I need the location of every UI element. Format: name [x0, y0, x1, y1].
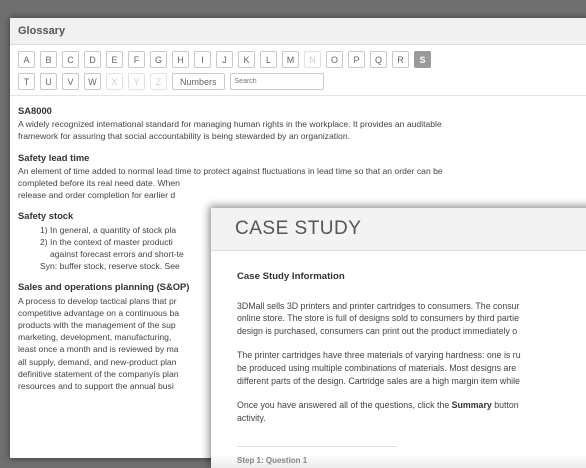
- definition-line: A widely recognized international standa…: [18, 119, 442, 130]
- case-line: be produced using multiple combinations …: [237, 362, 517, 373]
- case-paragraph-1: 3DMall sells 3D printers and printer car…: [237, 300, 585, 338]
- case-paragraph-2: The printer cartridges have three materi…: [237, 349, 585, 387]
- case-line: different parts of the design. Cartridge…: [237, 375, 520, 386]
- letter-row-1: A B C D E F G H I J K L M N O P Q R S: [18, 51, 582, 68]
- letter-x-button: X: [106, 73, 123, 90]
- letter-index: A B C D E F G H I J K L M N O P Q R S T …: [10, 45, 586, 90]
- case-line: design is purchased, consumers can print…: [237, 325, 518, 336]
- numbers-button[interactable]: Numbers: [172, 73, 225, 90]
- definition-line: An element of time added to normal lead …: [18, 165, 443, 176]
- letter-y-button: Y: [128, 73, 145, 90]
- letter-z-button: Z: [150, 73, 167, 90]
- case-study-header: CASE STUDY: [211, 208, 586, 251]
- case-line: online store. The store is full of desig…: [237, 313, 519, 324]
- letter-row-2: T U V W X Y Z Numbers: [18, 73, 582, 90]
- letter-v-button[interactable]: V: [62, 73, 79, 90]
- term-sa8000: SA8000: [18, 105, 52, 116]
- letter-b-button[interactable]: B: [40, 51, 57, 68]
- case-line: Once you have answered all of the questi…: [237, 400, 452, 411]
- definition-line: completed before its real need date. Whe…: [18, 178, 180, 189]
- glossary-header: Glossary: [10, 18, 586, 45]
- case-line: 3DMall sells 3D printers and printer car…: [237, 300, 520, 311]
- letter-e-button[interactable]: E: [106, 51, 123, 68]
- letter-w-button[interactable]: W: [84, 73, 101, 90]
- letter-p-button[interactable]: P: [348, 51, 365, 68]
- letter-h-button[interactable]: H: [172, 51, 189, 68]
- divider: [10, 95, 586, 96]
- case-paragraph-3: Once you have answered all of the questi…: [237, 399, 585, 424]
- summary-keyword: Summary: [451, 400, 492, 411]
- definition-line: framework for assuring that social accou…: [18, 131, 350, 142]
- letter-l-button[interactable]: L: [260, 51, 277, 68]
- letter-o-button[interactable]: O: [326, 51, 343, 68]
- letter-r-button[interactable]: R: [392, 51, 409, 68]
- step-label: Step 1: Question 1: [237, 446, 397, 468]
- letter-n-button: N: [304, 51, 321, 68]
- letter-t-button[interactable]: T: [18, 73, 35, 90]
- term-safety-lead-time: Safety lead time: [18, 151, 90, 163]
- letter-s-button[interactable]: S: [414, 51, 431, 68]
- case-study-title: CASE STUDY: [235, 218, 362, 239]
- glossary-title: Glossary: [18, 25, 66, 37]
- letter-f-button[interactable]: F: [128, 51, 145, 68]
- letter-g-button[interactable]: G: [150, 51, 167, 68]
- case-study-subtitle: Case Study Information: [237, 271, 345, 282]
- letter-u-button[interactable]: U: [40, 73, 57, 90]
- letter-q-button[interactable]: Q: [370, 51, 387, 68]
- letter-m-button[interactable]: M: [282, 51, 299, 68]
- case-line: activity.: [237, 412, 266, 423]
- letter-k-button[interactable]: K: [238, 51, 255, 68]
- case-study-body: Case Study Information 3DMall sells 3D p…: [211, 271, 586, 424]
- definition-line: release and order completion for earlier…: [18, 190, 176, 201]
- letter-a-button[interactable]: A: [18, 51, 35, 68]
- letter-d-button[interactable]: D: [84, 51, 101, 68]
- letter-j-button[interactable]: J: [216, 51, 233, 68]
- case-line: button: [491, 400, 519, 411]
- letter-c-button[interactable]: C: [62, 51, 79, 68]
- case-line: The printer cartridges have three materi…: [237, 350, 521, 361]
- case-study-window: CASE STUDY Case Study Information 3DMall…: [211, 208, 586, 468]
- glossary-search-input[interactable]: [229, 73, 324, 90]
- letter-i-button[interactable]: I: [194, 51, 211, 68]
